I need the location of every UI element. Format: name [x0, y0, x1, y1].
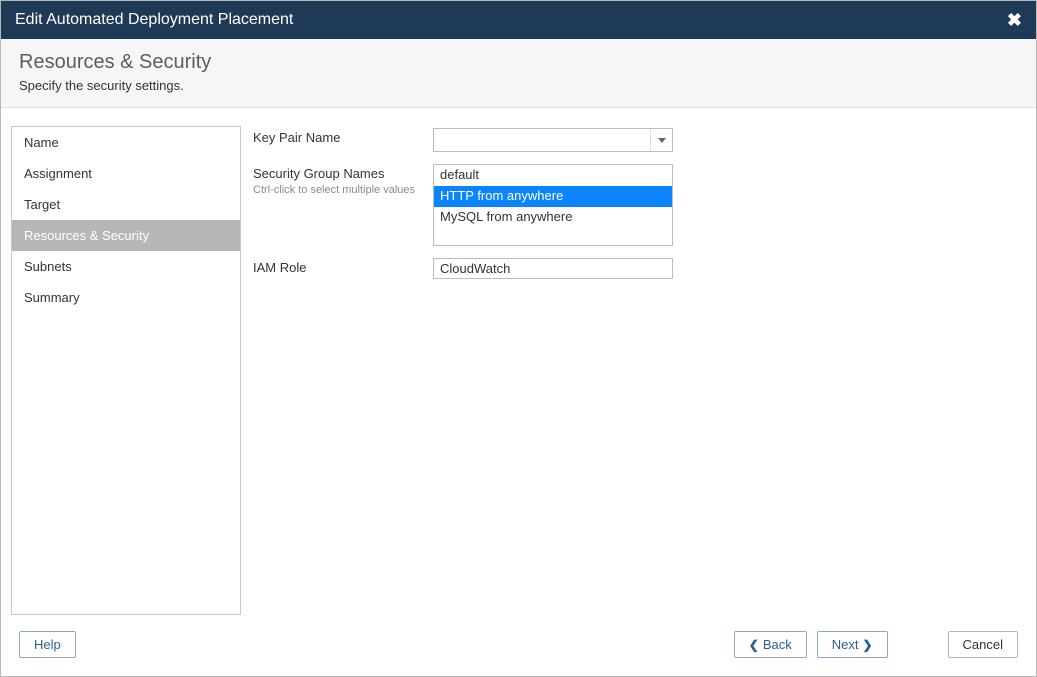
sidebar-item-name[interactable]: Name [12, 127, 240, 158]
chevron-left-icon: ❮ [749, 638, 759, 652]
label-key-pair: Key Pair Name [253, 128, 433, 145]
form-area: Key Pair Name Security Group Names Ctrl-… [253, 126, 1018, 615]
label-security-groups: Security Group Names Ctrl-click to selec… [253, 164, 433, 197]
page-description: Specify the security settings. [19, 78, 1018, 93]
page-heading: Resources & Security [19, 51, 1018, 74]
wizard-sidebar: Name Assignment Target Resources & Secur… [11, 126, 241, 615]
key-pair-dropdown[interactable] [433, 128, 673, 152]
sidebar-item-resources-security[interactable]: Resources & Security [12, 220, 240, 251]
dialog: Edit Automated Deployment Placement ✖ Re… [0, 0, 1037, 677]
chevron-down-icon [650, 129, 672, 151]
body: Name Assignment Target Resources & Secur… [1, 108, 1036, 623]
next-label: Next [832, 637, 859, 652]
help-button[interactable]: Help [19, 631, 76, 658]
sidebar-item-assignment[interactable]: Assignment [12, 158, 240, 189]
footer: Help ❮ Back Next ❯ Cancel [1, 623, 1036, 676]
back-button[interactable]: ❮ Back [734, 631, 807, 658]
next-button[interactable]: Next ❯ [817, 631, 888, 658]
dialog-title: Edit Automated Deployment Placement [15, 11, 293, 29]
sidebar-item-subnets[interactable]: Subnets [12, 251, 240, 282]
label-iam-role: IAM Role [253, 258, 433, 275]
security-groups-listbox[interactable]: default HTTP from anywhere MySQL from an… [433, 164, 673, 246]
iam-role-value: CloudWatch [440, 261, 510, 276]
chevron-right-icon: ❯ [862, 638, 872, 652]
row-key-pair: Key Pair Name [253, 128, 1018, 152]
titlebar: Edit Automated Deployment Placement ✖ [1, 1, 1036, 39]
back-label: Back [763, 637, 792, 652]
iam-role-listbox[interactable]: CloudWatch [433, 258, 673, 279]
cancel-button[interactable]: Cancel [948, 631, 1018, 658]
row-security-groups: Security Group Names Ctrl-click to selec… [253, 164, 1018, 246]
security-group-option[interactable]: MySQL from anywhere [434, 207, 672, 228]
subheader: Resources & Security Specify the securit… [1, 39, 1036, 108]
close-icon[interactable]: ✖ [1007, 10, 1022, 31]
label-security-groups-text: Security Group Names [253, 166, 385, 181]
sidebar-item-target[interactable]: Target [12, 189, 240, 220]
hint-security-groups: Ctrl-click to select multiple values [253, 183, 433, 197]
row-iam-role: IAM Role CloudWatch [253, 258, 1018, 279]
security-group-option[interactable]: default [434, 165, 672, 186]
sidebar-item-summary[interactable]: Summary [12, 282, 240, 313]
security-group-option[interactable]: HTTP from anywhere [434, 186, 672, 207]
